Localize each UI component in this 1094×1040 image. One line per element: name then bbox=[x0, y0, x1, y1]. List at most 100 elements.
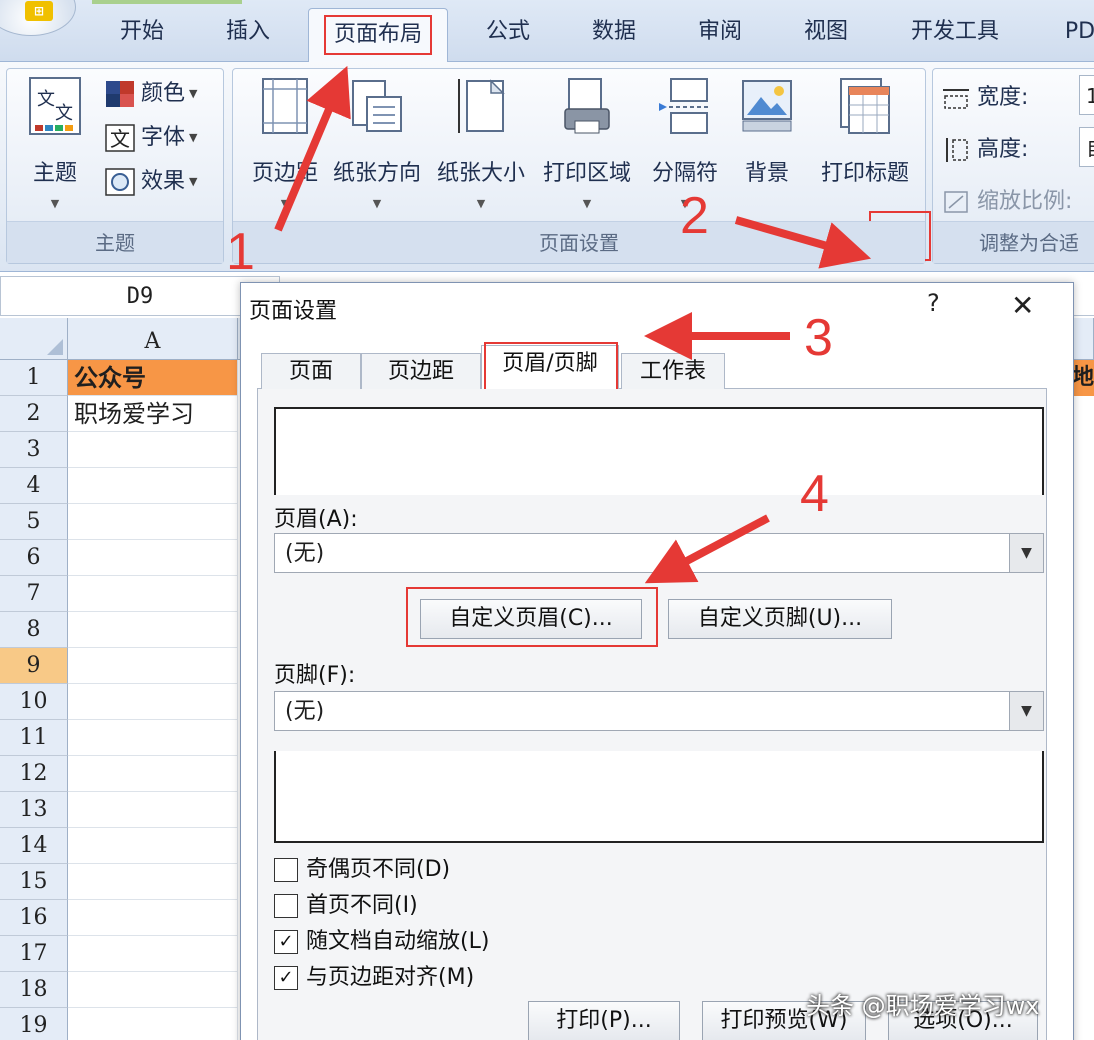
row-header[interactable]: 17 bbox=[0, 936, 68, 972]
excel-window: ⊞ 开始 插入 页面布局 公式 数据 审阅 视图 开发工具 PD 文 文 主题 … bbox=[0, 0, 1094, 1040]
row-header[interactable]: 4 bbox=[0, 468, 68, 504]
tab-header-footer[interactable]: 页眉/页脚 bbox=[481, 342, 619, 400]
print-button[interactable]: 打印(P)... bbox=[528, 1001, 680, 1040]
tab-pdf[interactable]: PD bbox=[1050, 12, 1094, 52]
tab-insert[interactable]: 插入 bbox=[206, 12, 290, 52]
header-select[interactable]: (无) ▼ bbox=[274, 533, 1044, 573]
tab-page-layout[interactable]: 页面布局 bbox=[308, 8, 448, 62]
grid-cell[interactable] bbox=[68, 432, 238, 468]
grid-cell[interactable] bbox=[68, 720, 238, 756]
themes-button[interactable]: 文 文 主题 ▼ bbox=[7, 75, 103, 210]
row-header[interactable]: 13 bbox=[0, 792, 68, 828]
office-button[interactable]: ⊞ bbox=[0, 0, 76, 36]
checkbox-scale-with-document[interactable]: ✓ 随文档自动缩放(L) bbox=[274, 927, 489, 957]
grid-cell[interactable] bbox=[68, 936, 238, 972]
grid-cell[interactable] bbox=[68, 612, 238, 648]
size-button[interactable]: 纸张大小 ▼ bbox=[433, 75, 529, 210]
grid-cell[interactable] bbox=[68, 504, 238, 540]
checkbox-different-first-page[interactable]: 首页不同(I) bbox=[274, 891, 418, 921]
background-button[interactable]: 背景 bbox=[719, 75, 815, 187]
tab-sheet[interactable]: 工作表 bbox=[621, 353, 725, 389]
grid-cell[interactable] bbox=[68, 540, 238, 576]
tab-home[interactable]: 开始 bbox=[100, 12, 184, 52]
row-header[interactable]: 1 bbox=[0, 360, 68, 396]
themes-group-label: 主题 bbox=[7, 221, 223, 263]
tab-margins[interactable]: 页边距 bbox=[361, 353, 481, 389]
row-header[interactable]: 6 bbox=[0, 540, 68, 576]
grid-cell[interactable] bbox=[68, 900, 238, 936]
name-box[interactable]: D9 bbox=[0, 276, 280, 316]
grid-cell[interactable] bbox=[68, 684, 238, 720]
scale-group-label: 调整为合适 bbox=[933, 221, 1094, 263]
column-header-a[interactable]: A bbox=[68, 318, 238, 360]
orientation-button[interactable]: 纸张方向 ▼ bbox=[329, 75, 425, 210]
tab-review[interactable]: 审阅 bbox=[678, 12, 762, 52]
tab-developer[interactable]: 开发工具 bbox=[890, 12, 1020, 52]
chevron-down-icon[interactable]: ▼ bbox=[1009, 534, 1043, 572]
page-break-icon bbox=[659, 78, 709, 134]
print-titles-button[interactable]: 打印标题 bbox=[813, 75, 917, 187]
width-control[interactable]: 宽度: bbox=[941, 81, 1028, 115]
margins-button[interactable]: 页边距 ▼ bbox=[237, 75, 333, 210]
theme-fonts-button[interactable]: 文 字体 ▼ bbox=[105, 121, 197, 155]
themes-button-label: 主题 bbox=[32, 161, 77, 186]
theme-effects-label: 效果 bbox=[141, 169, 186, 194]
step-number-3: 3 bbox=[804, 309, 833, 367]
grid-cell[interactable] bbox=[68, 864, 238, 900]
footer-select[interactable]: (无) ▼ bbox=[274, 691, 1044, 731]
checkmark-icon[interactable]: ✓ bbox=[274, 930, 298, 954]
checkbox-box[interactable] bbox=[274, 858, 298, 882]
grid-cell[interactable] bbox=[68, 972, 238, 1008]
row-header[interactable]: 18 bbox=[0, 972, 68, 1008]
chevron-down-icon: ▼ bbox=[372, 197, 382, 210]
row-header[interactable]: 14 bbox=[0, 828, 68, 864]
theme-effects-button[interactable]: 效果 ▼ bbox=[105, 165, 197, 199]
custom-header-button[interactable]: 自定义页眉(C)... bbox=[420, 599, 642, 639]
tab-view[interactable]: 视图 bbox=[784, 12, 868, 52]
grid-cell[interactable] bbox=[68, 1008, 238, 1040]
checkbox-box[interactable] bbox=[274, 894, 298, 918]
row-header[interactable]: 5 bbox=[0, 504, 68, 540]
footer-label: 页脚(F): bbox=[274, 663, 356, 688]
row-header[interactable]: 10 bbox=[0, 684, 68, 720]
theme-colors-button[interactable]: 颜色 ▼ bbox=[105, 77, 197, 111]
row-header[interactable]: 16 bbox=[0, 900, 68, 936]
select-all-button[interactable] bbox=[0, 318, 68, 360]
close-icon[interactable]: ✕ bbox=[1011, 289, 1034, 322]
font-icon: 文 bbox=[105, 124, 135, 152]
height-control[interactable]: 高度: bbox=[941, 133, 1028, 167]
tab-data[interactable]: 数据 bbox=[572, 12, 656, 52]
tab-page[interactable]: 页面 bbox=[261, 353, 361, 389]
grid-cell[interactable] bbox=[68, 576, 238, 612]
grid-cell[interactable] bbox=[68, 792, 238, 828]
height-value-field[interactable]: 自 bbox=[1079, 127, 1094, 167]
chevron-down-icon: ▼ bbox=[189, 131, 198, 144]
row-header[interactable]: 15 bbox=[0, 864, 68, 900]
custom-footer-button[interactable]: 自定义页脚(U)... bbox=[668, 599, 892, 639]
checkbox-different-odd-even[interactable]: 奇偶页不同(D) bbox=[274, 855, 450, 885]
print-area-button[interactable]: 打印区域 ▼ bbox=[539, 75, 635, 210]
grid-cell[interactable] bbox=[68, 648, 238, 684]
cell-a2[interactable]: 职场爱学习 bbox=[68, 396, 238, 432]
row-header[interactable]: 8 bbox=[0, 612, 68, 648]
row-header[interactable]: 12 bbox=[0, 756, 68, 792]
row-header[interactable]: 19 bbox=[0, 1008, 68, 1040]
chevron-down-icon[interactable]: ▼ bbox=[1009, 692, 1043, 730]
help-icon[interactable]: ? bbox=[927, 289, 940, 317]
grid-cell[interactable] bbox=[68, 468, 238, 504]
row-header[interactable]: 2 bbox=[0, 396, 68, 432]
row-header[interactable]: 7 bbox=[0, 576, 68, 612]
cell-right-edge-r1[interactable]: 地 bbox=[1072, 360, 1094, 396]
row-header[interactable]: 3 bbox=[0, 432, 68, 468]
header-label: 页眉(A): bbox=[274, 507, 358, 532]
checkmark-icon[interactable]: ✓ bbox=[274, 966, 298, 990]
width-value-field[interactable]: 1 bbox=[1079, 75, 1094, 115]
tab-formulas[interactable]: 公式 bbox=[466, 12, 550, 52]
grid-cell[interactable] bbox=[68, 828, 238, 864]
checkbox-align-with-margins[interactable]: ✓ 与页边距对齐(M) bbox=[274, 963, 474, 993]
cell-a1[interactable]: 公众号 bbox=[68, 360, 238, 396]
grid-cell[interactable] bbox=[68, 756, 238, 792]
row-header[interactable]: 9 bbox=[0, 648, 68, 684]
margins-icon bbox=[262, 78, 308, 134]
row-header[interactable]: 11 bbox=[0, 720, 68, 756]
